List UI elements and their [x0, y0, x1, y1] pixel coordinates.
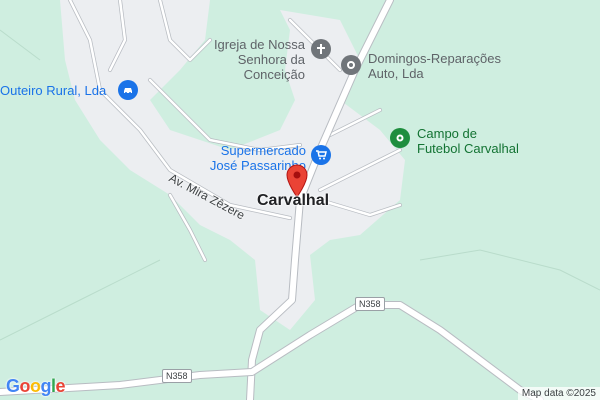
town-label[interactable]: Carvalhal: [257, 193, 329, 209]
cart-icon[interactable]: [311, 145, 331, 165]
poi-name-repairs: Domingos-Reparações Auto, Lda: [368, 51, 501, 81]
pitch-icon[interactable]: [390, 128, 410, 148]
poi-label-outeiro[interactable]: Outeiro Rural, Lda: [0, 83, 106, 98]
poi-name-football: Campo de Futebol Carvalhal: [417, 126, 519, 156]
google-logo[interactable]: Google: [6, 376, 66, 397]
map-attribution[interactable]: Map data ©2025: [517, 387, 600, 400]
car-icon[interactable]: [118, 80, 138, 100]
poi-label-church[interactable]: Igreja de Nossa Senhora da Conceição: [200, 37, 305, 82]
poi-label-football[interactable]: Campo de Futebol Carvalhal: [417, 126, 519, 156]
wrench-icon[interactable]: [341, 55, 361, 75]
poi-label-repairs[interactable]: Domingos-Reparações Auto, Lda: [368, 51, 501, 81]
poi-name-outeiro: Outeiro Rural, Lda: [0, 83, 107, 98]
road-shield-n358-east: N358: [355, 297, 385, 311]
poi-name-church: Igreja de Nossa Senhora da Conceição: [213, 37, 305, 82]
road-shield-n358-west: N358: [162, 369, 192, 383]
cross-icon[interactable]: [311, 39, 331, 59]
